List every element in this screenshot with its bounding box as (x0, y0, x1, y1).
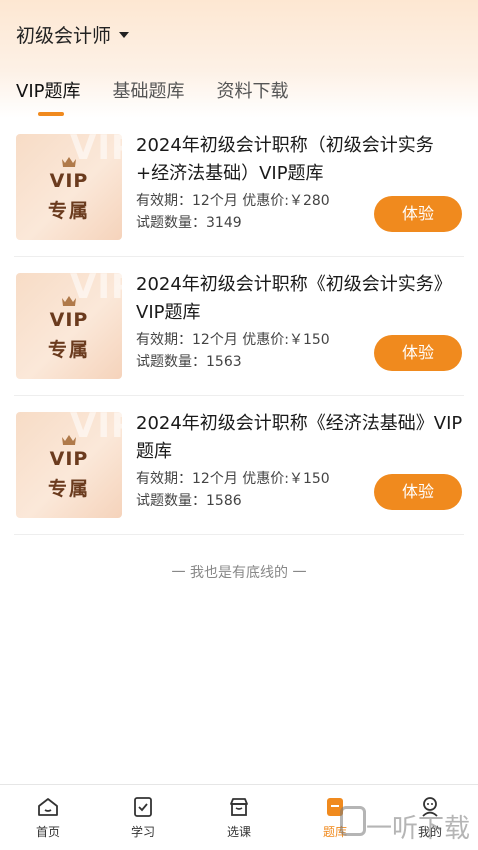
tab-vip-bank[interactable]: VIP题库 (16, 78, 81, 116)
tab-downloads[interactable]: 资料下载 (216, 78, 288, 106)
tab-basic-bank[interactable]: 基础题库 (112, 78, 184, 106)
overlay-watermark-text: 一听下载 (365, 814, 470, 844)
thumbnail-watermark: VIP (70, 412, 122, 446)
vip-thumbnail: VIP VIP 专属 (16, 273, 122, 379)
thumbnail-watermark: VIP (70, 134, 122, 168)
exam-selector[interactable]: 初级会计师 (16, 20, 130, 48)
exclusive-badge-text: 专属 (47, 339, 90, 361)
crown-icon (62, 157, 76, 167)
product-title: 2024年初级会计职称《初级会计实务》VIP题库 (136, 274, 452, 323)
vip-thumbnail: VIP VIP 专属 (16, 134, 122, 240)
end-of-list-note: 一 我也是有底线的 一 (171, 565, 307, 581)
product-title: 2024年初级会计职称《经济法基础》VIP题库 (136, 413, 463, 462)
home-icon (38, 798, 58, 816)
store-icon (230, 798, 248, 816)
crown-icon (62, 435, 76, 445)
vip-badge-text: VIP (49, 448, 89, 470)
crown-icon (62, 296, 76, 306)
study-icon (134, 797, 152, 817)
overlay-watermark-logo (340, 806, 366, 836)
try-button[interactable]: 体验 (374, 474, 462, 510)
tab-label: VIP题库 (16, 81, 81, 102)
nav-study[interactable]: 学习 (113, 795, 173, 840)
caret-down-icon (119, 32, 130, 38)
product-card[interactable]: VIP VIP 专属 2024年初级会计职称《经济法基础》VIP题库 有效期：1… (14, 396, 464, 535)
vip-thumbnail: VIP VIP 专属 (16, 412, 122, 518)
try-button[interactable]: 体验 (374, 335, 462, 371)
tab-bar: VIP题库 基础题库 资料下载 (16, 78, 320, 116)
vip-badge-text: VIP (49, 309, 89, 331)
product-card[interactable]: VIP VIP 专属 2024年初级会计职称《初级会计实务》VIP题库 有效期：… (14, 257, 464, 396)
thumbnail-watermark: VIP (70, 273, 122, 307)
nav-home[interactable]: 首页 (18, 795, 78, 840)
nav-label: 首页 (35, 825, 60, 839)
vip-badge-text: VIP (49, 170, 89, 192)
nav-label: 选课 (226, 825, 251, 839)
nav-label: 学习 (130, 825, 155, 839)
page-title: 初级会计师 (16, 24, 112, 47)
product-title: 2024年初级会计职称（初级会计实务+经济法基础）VIP题库 (136, 135, 434, 184)
exclusive-badge-text: 专属 (47, 200, 90, 222)
product-card[interactable]: VIP VIP 专属 2024年初级会计职称（初级会计实务+经济法基础）VIP题… (14, 118, 464, 257)
try-button[interactable]: 体验 (374, 196, 462, 232)
tab-label: 基础题库 (112, 81, 185, 102)
nav-courses[interactable]: 选课 (209, 795, 269, 840)
tab-label: 资料下载 (216, 81, 289, 102)
product-list: VIP VIP 专属 2024年初级会计职称（初级会计实务+经济法基础）VIP题… (0, 118, 478, 535)
active-tab-indicator (38, 112, 64, 116)
exclusive-badge-text: 专属 (47, 478, 90, 500)
